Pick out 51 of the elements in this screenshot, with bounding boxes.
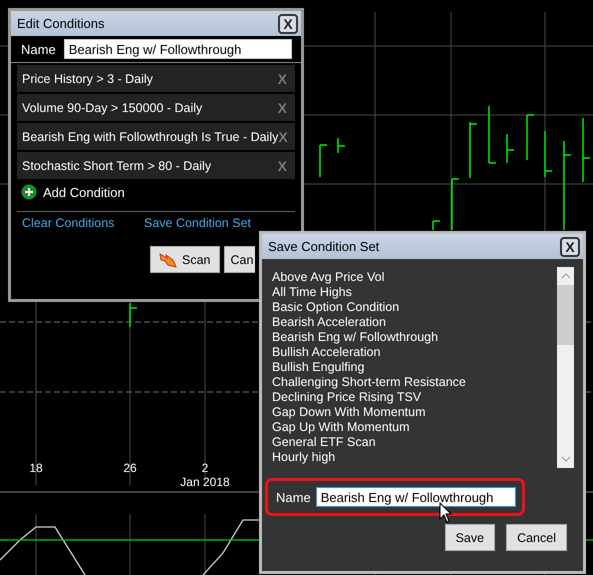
axis-label: 26 — [123, 461, 137, 475]
cancel-button[interactable]: Can — [224, 246, 256, 273]
condition-row[interactable]: Stochastic Short Term > 80 - Daily X — [17, 152, 295, 179]
list-item[interactable]: Declining Price Rising TSV — [272, 390, 557, 405]
list-item[interactable]: All Time Highs — [272, 285, 557, 300]
scroll-down-icon[interactable] — [560, 456, 570, 462]
cancel-button[interactable]: Cancel — [506, 524, 567, 551]
list-item[interactable]: Bullish Acceleration — [272, 345, 557, 360]
condition-text: Price History > 3 - Daily — [22, 72, 153, 86]
list-item[interactable]: Gap Up With Momentum — [272, 420, 557, 435]
name-label: Name — [276, 490, 311, 504]
add-condition-button[interactable]: Add Condition — [21, 184, 125, 200]
plus-icon — [21, 184, 37, 200]
remove-button[interactable]: X — [278, 158, 287, 174]
list-item[interactable]: Bearish Acceleration — [272, 315, 557, 330]
scan-button[interactable]: Scan — [150, 246, 220, 273]
remove-button[interactable]: X — [278, 128, 288, 144]
list-item[interactable]: General ETF Scan — [272, 435, 557, 450]
condition-text: Volume 90-Day > 150000 - Daily — [22, 100, 202, 114]
remove-button[interactable]: X — [278, 70, 287, 86]
scroll-thumb[interactable] — [557, 285, 574, 345]
dialog-title: Save Condition Set — [268, 239, 380, 254]
close-button[interactable]: X — [560, 236, 580, 256]
list-item[interactable]: Basic Option Condition — [272, 300, 557, 315]
list-item[interactable]: Challenging Short-term Resistance — [272, 375, 557, 390]
condition-row[interactable]: Volume 90-Day > 150000 - Daily X — [17, 94, 295, 121]
clear-link[interactable]: Clear Conditions — [22, 216, 114, 230]
name-field[interactable]: Bearish Eng w/ Followthrough — [64, 39, 292, 59]
scroll-up-icon[interactable] — [560, 273, 570, 279]
axis-label: Jan 2018 — [180, 475, 230, 489]
remove-button[interactable]: X — [278, 100, 287, 116]
axis-label: 18 — [29, 461, 43, 475]
save-link[interactable]: Save Condition Set — [144, 216, 251, 230]
pointer-icon — [159, 252, 177, 268]
name-field[interactable]: Bearish Eng w/ Followthrough — [316, 487, 516, 507]
save-button[interactable]: Save — [444, 524, 496, 551]
list-item[interactable]: Hourly high — [272, 450, 557, 465]
price-bar — [129, 302, 138, 328]
scrollbar[interactable] — [557, 267, 574, 468]
list-item[interactable]: Bearish Eng w/ Followthrough — [272, 330, 557, 345]
close-button[interactable]: X — [278, 14, 298, 34]
condition-text: Bearish Eng with Followthrough Is True - Daily — [22, 130, 278, 144]
list-item[interactable]: Gap Down With Momentum — [272, 405, 557, 420]
dialog-title: Edit Conditions — [17, 16, 104, 31]
condition-row[interactable]: Price History > 3 - Daily X — [17, 65, 295, 92]
name-label: Name — [21, 42, 56, 56]
condition-row[interactable]: Bearish Eng with Followthrough Is True - DailyX — [17, 123, 295, 150]
list-item[interactable]: Above Avg Price Vol — [272, 270, 557, 285]
list-item[interactable]: Bullish Engulfing — [272, 360, 557, 375]
condition-text: Stochastic Short Term > 80 - Daily — [22, 158, 212, 172]
axis-label: 2 — [202, 461, 208, 475]
